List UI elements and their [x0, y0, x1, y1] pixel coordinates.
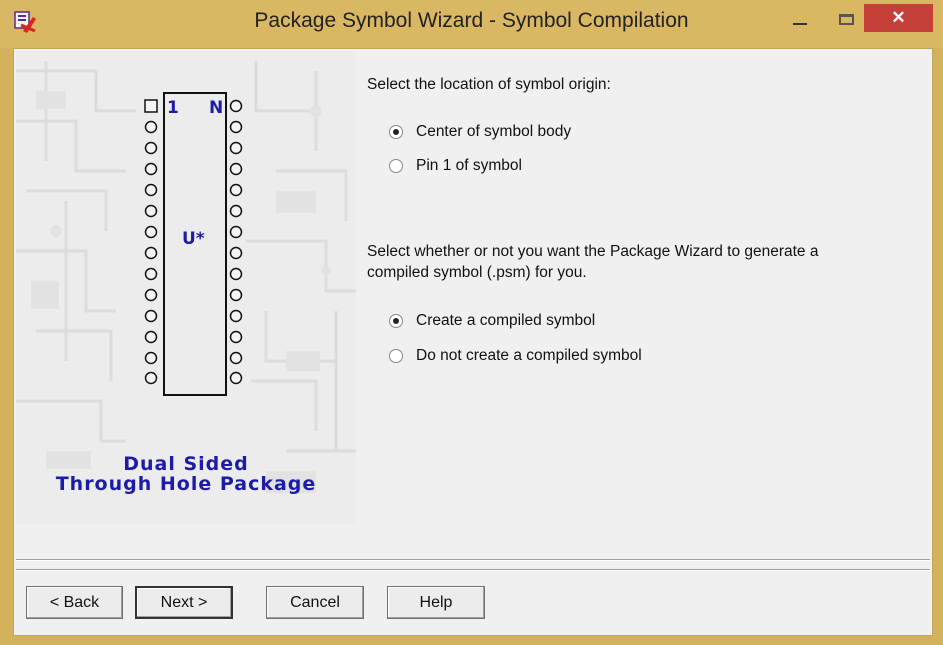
pin-1-pad [144, 99, 158, 113]
option-label: Center of symbol body [416, 123, 572, 140]
cancel-button[interactable]: Cancel [266, 586, 364, 619]
close-button[interactable]: ✕ [864, 4, 933, 32]
radio-button[interactable] [389, 159, 403, 173]
close-icon: ✕ [891, 8, 906, 27]
origin-option-pin1[interactable]: Pin 1 of symbol [389, 157, 522, 175]
back-button[interactable]: < Back [26, 586, 123, 619]
help-button[interactable]: Help [387, 586, 485, 619]
radio-button-selected[interactable] [389, 125, 403, 139]
wizard-window: Package Symbol Wizard - Symbol Compilati… [0, 0, 943, 645]
radio-button-selected[interactable] [389, 314, 403, 328]
option-label: Create a compiled symbol [416, 312, 596, 329]
compile-option-create[interactable]: Create a compiled symbol [389, 312, 595, 330]
package-illustration: 1 N U* Dual Sided Through Hole Package [16, 51, 356, 524]
radio-button[interactable] [389, 349, 403, 363]
pin-last-label: N [209, 98, 223, 118]
package-caption-line1: Dual Sided [123, 453, 249, 475]
divider [16, 569, 930, 571]
maximize-button[interactable] [826, 6, 866, 32]
left-pin-pads [144, 120, 158, 385]
pin-first-label: 1 [167, 98, 179, 118]
package-caption-line2: Through Hole Package [55, 473, 317, 495]
maximize-icon [838, 13, 854, 25]
option-label: Do not create a compiled symbol [416, 347, 642, 364]
title-bar[interactable]: Package Symbol Wizard - Symbol Compilati… [0, 0, 943, 48]
origin-prompt: Select the location of symbol origin: [367, 76, 611, 93]
minimize-icon [793, 23, 807, 25]
compile-prompt: Select whether or not you want the Packa… [367, 243, 819, 281]
right-pin-pads [229, 99, 243, 385]
ref-designator: U* [182, 229, 205, 249]
compile-option-skip[interactable]: Do not create a compiled symbol [389, 347, 642, 365]
divider [16, 559, 930, 561]
minimize-button[interactable] [780, 6, 820, 32]
option-label: Pin 1 of symbol [416, 157, 522, 174]
wizard-body: 1 N U* Dual Sided Through Hole Package S… [13, 48, 933, 636]
origin-option-center[interactable]: Center of symbol body [389, 123, 571, 141]
next-button[interactable]: Next > [135, 586, 233, 619]
